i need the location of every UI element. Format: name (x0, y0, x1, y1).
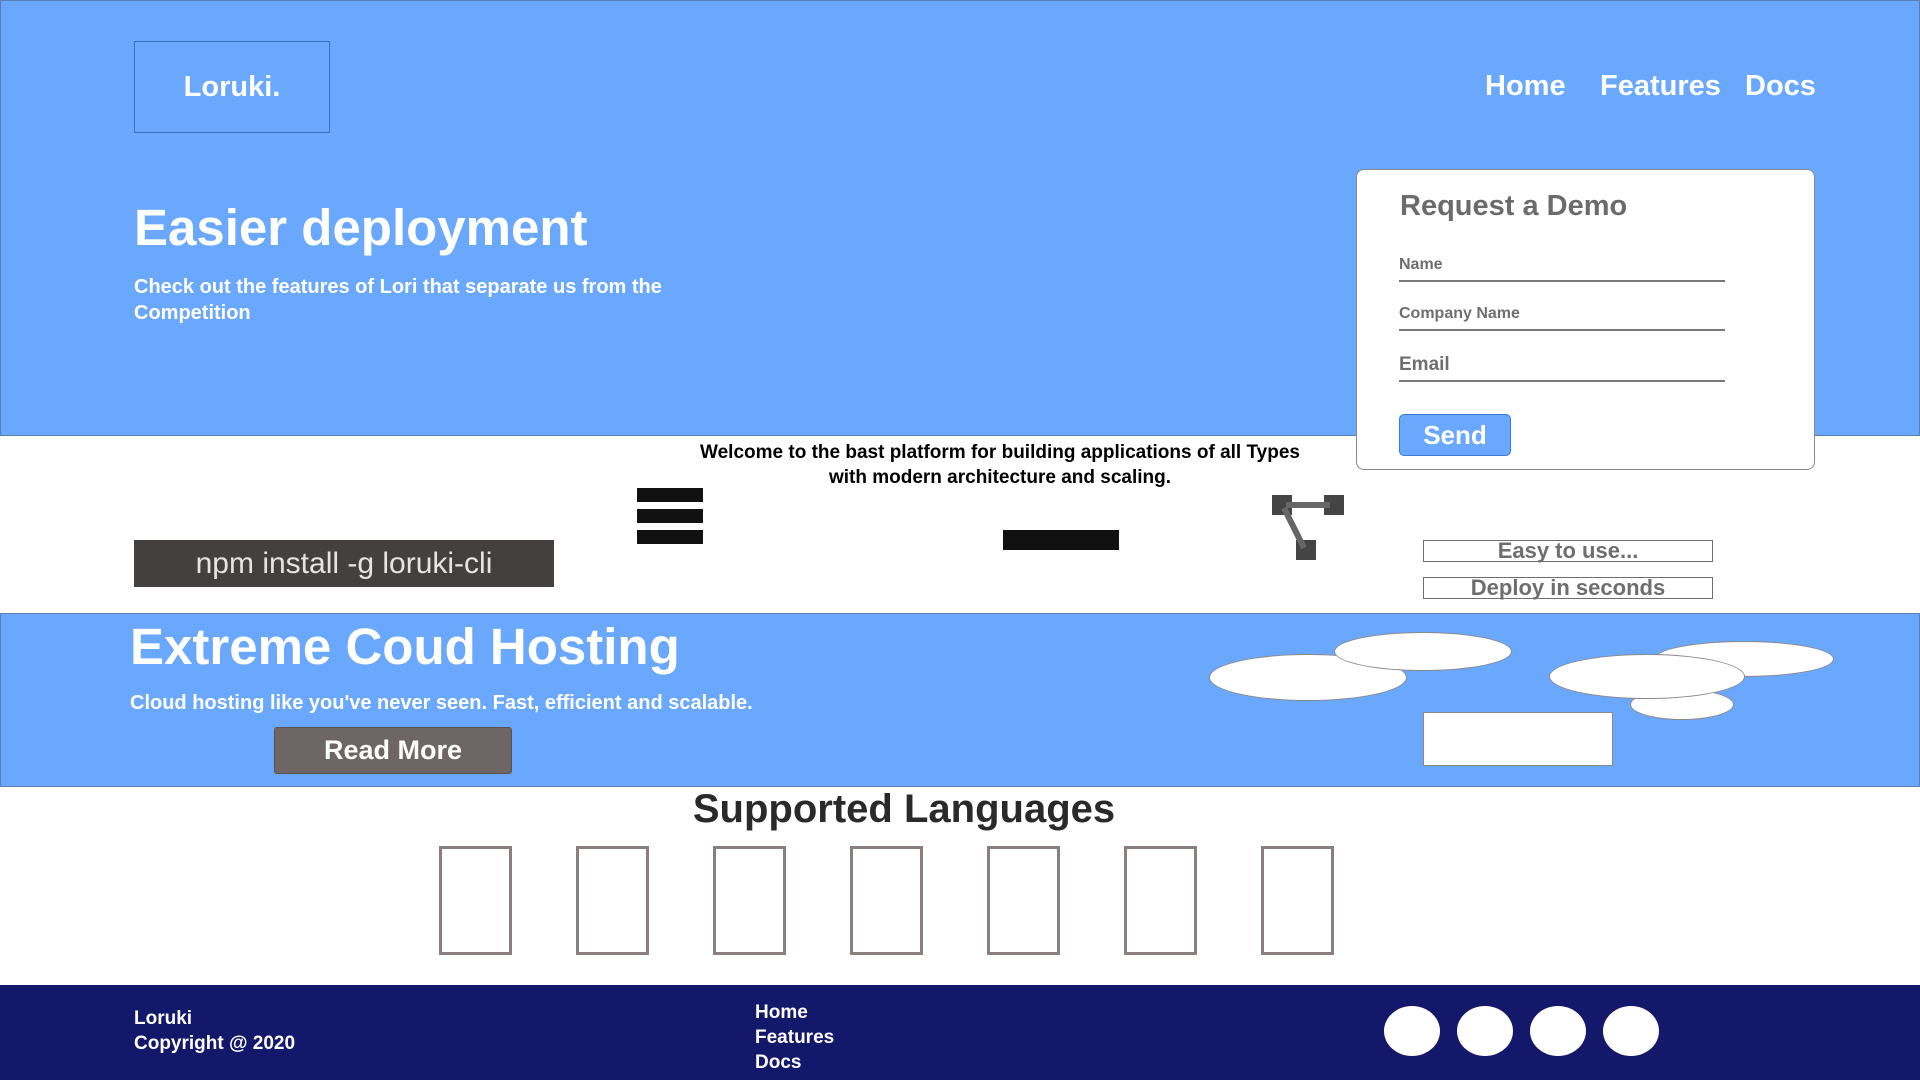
feature-pill-deploy: Deploy in seconds (1423, 575, 1713, 600)
send-button[interactable]: Send (1399, 414, 1511, 456)
language-box (850, 846, 923, 955)
footer-links: Home Features Docs (755, 1000, 834, 1075)
footer-brand: Loruki Copyright @ 2020 (134, 1006, 295, 1056)
social-icon[interactable] (1384, 1006, 1440, 1056)
footer-link-home[interactable]: Home (755, 1000, 834, 1025)
server-rect (1423, 712, 1613, 766)
email-input[interactable] (1399, 350, 1725, 382)
language-box (439, 846, 512, 955)
company-name-input[interactable] (1399, 299, 1725, 331)
hero-subtitle: Check out the features of Lori that sepa… (134, 276, 662, 324)
language-box (1261, 846, 1334, 955)
languages-title: Supported Languages (692, 787, 1116, 831)
language-box (713, 846, 786, 955)
language-box (576, 846, 649, 955)
hosting-subtitle: Cloud hosting like you've never seen. Fa… (130, 692, 753, 714)
feature-pill-easy: Easy to use... (1423, 538, 1713, 563)
nav-home[interactable]: Home (1485, 70, 1566, 103)
cloud-shape (1549, 654, 1745, 699)
welcome-text: Welcome to the bast platform for buildin… (700, 442, 1300, 488)
social-icon[interactable] (1457, 1006, 1513, 1056)
read-more-button[interactable]: Read More (274, 727, 512, 774)
footer-link-docs[interactable]: Docs (755, 1050, 834, 1075)
hosting-title: Extreme Coud Hosting (130, 618, 680, 675)
language-box (987, 846, 1060, 955)
minus-icon (1003, 530, 1119, 550)
logo[interactable]: Loruki. (134, 41, 330, 133)
cloud-shape (1334, 632, 1512, 671)
footer-brand-name: Loruki (134, 1008, 193, 1029)
demo-form-title: Request a Demo (1400, 190, 1628, 222)
name-input[interactable] (1399, 250, 1725, 282)
git-branch-icon (1272, 495, 1344, 560)
menu-icon (637, 488, 703, 544)
social-icon[interactable] (1530, 1006, 1586, 1056)
demo-form-card: Request a Demo Send (1356, 169, 1815, 470)
nav-features[interactable]: Features (1600, 70, 1721, 103)
install-command: npm install -g loruki-cli (134, 540, 554, 587)
language-box (1124, 846, 1197, 955)
social-icon[interactable] (1603, 1006, 1659, 1056)
footer-link-features[interactable]: Features (755, 1025, 834, 1050)
hero-title: Easier deployment (134, 199, 588, 256)
nav-docs[interactable]: Docs (1745, 70, 1816, 103)
footer-copyright: Copyright @ 2020 (134, 1033, 296, 1054)
